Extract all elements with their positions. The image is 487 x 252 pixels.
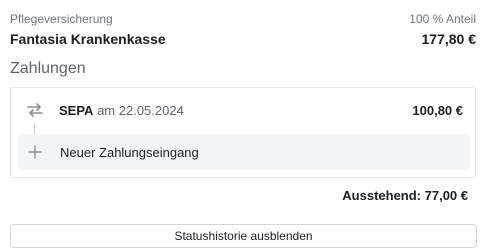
payment-date-prefix: am — [97, 102, 116, 118]
add-payment-button[interactable]: Neuer Zahlungseingang — [18, 134, 470, 170]
payment-date: 22.05.2024 — [118, 102, 184, 118]
timeline-connector — [34, 124, 35, 134]
insurance-type-label: Pflegeversicherung — [10, 12, 113, 26]
payment-amount: 100,80 € — [412, 102, 463, 118]
payment-description: SEPA am 22.05.2024 — [59, 103, 184, 118]
plus-icon — [18, 145, 52, 159]
outstanding-amount: Ausstehend: 77,00 € — [342, 188, 468, 203]
insurance-share-label: 100 % Anteil — [409, 12, 476, 26]
payments-card: SEPA am 22.05.2024 100,80 € Neuer Zahlun… — [10, 87, 476, 178]
insurance-amount: 177,80 € — [421, 31, 477, 47]
payment-item[interactable]: SEPA am 22.05.2024 100,80 € — [11, 88, 475, 132]
insurance-summary-row: Fantasia Krankenkasse 177,80 € — [10, 30, 476, 48]
insurance-name: Fantasia Krankenkasse — [10, 31, 166, 47]
transfer-arrows-icon — [11, 103, 59, 117]
payment-method: SEPA — [59, 102, 94, 118]
payments-section-title: Zahlungen — [10, 60, 86, 77]
add-payment-label: Neuer Zahlungseingang — [60, 144, 199, 160]
hide-status-history-button[interactable]: Statushistorie ausblenden — [10, 224, 477, 248]
insurance-meta-row: Pflegeversicherung 100 % Anteil — [10, 11, 476, 27]
